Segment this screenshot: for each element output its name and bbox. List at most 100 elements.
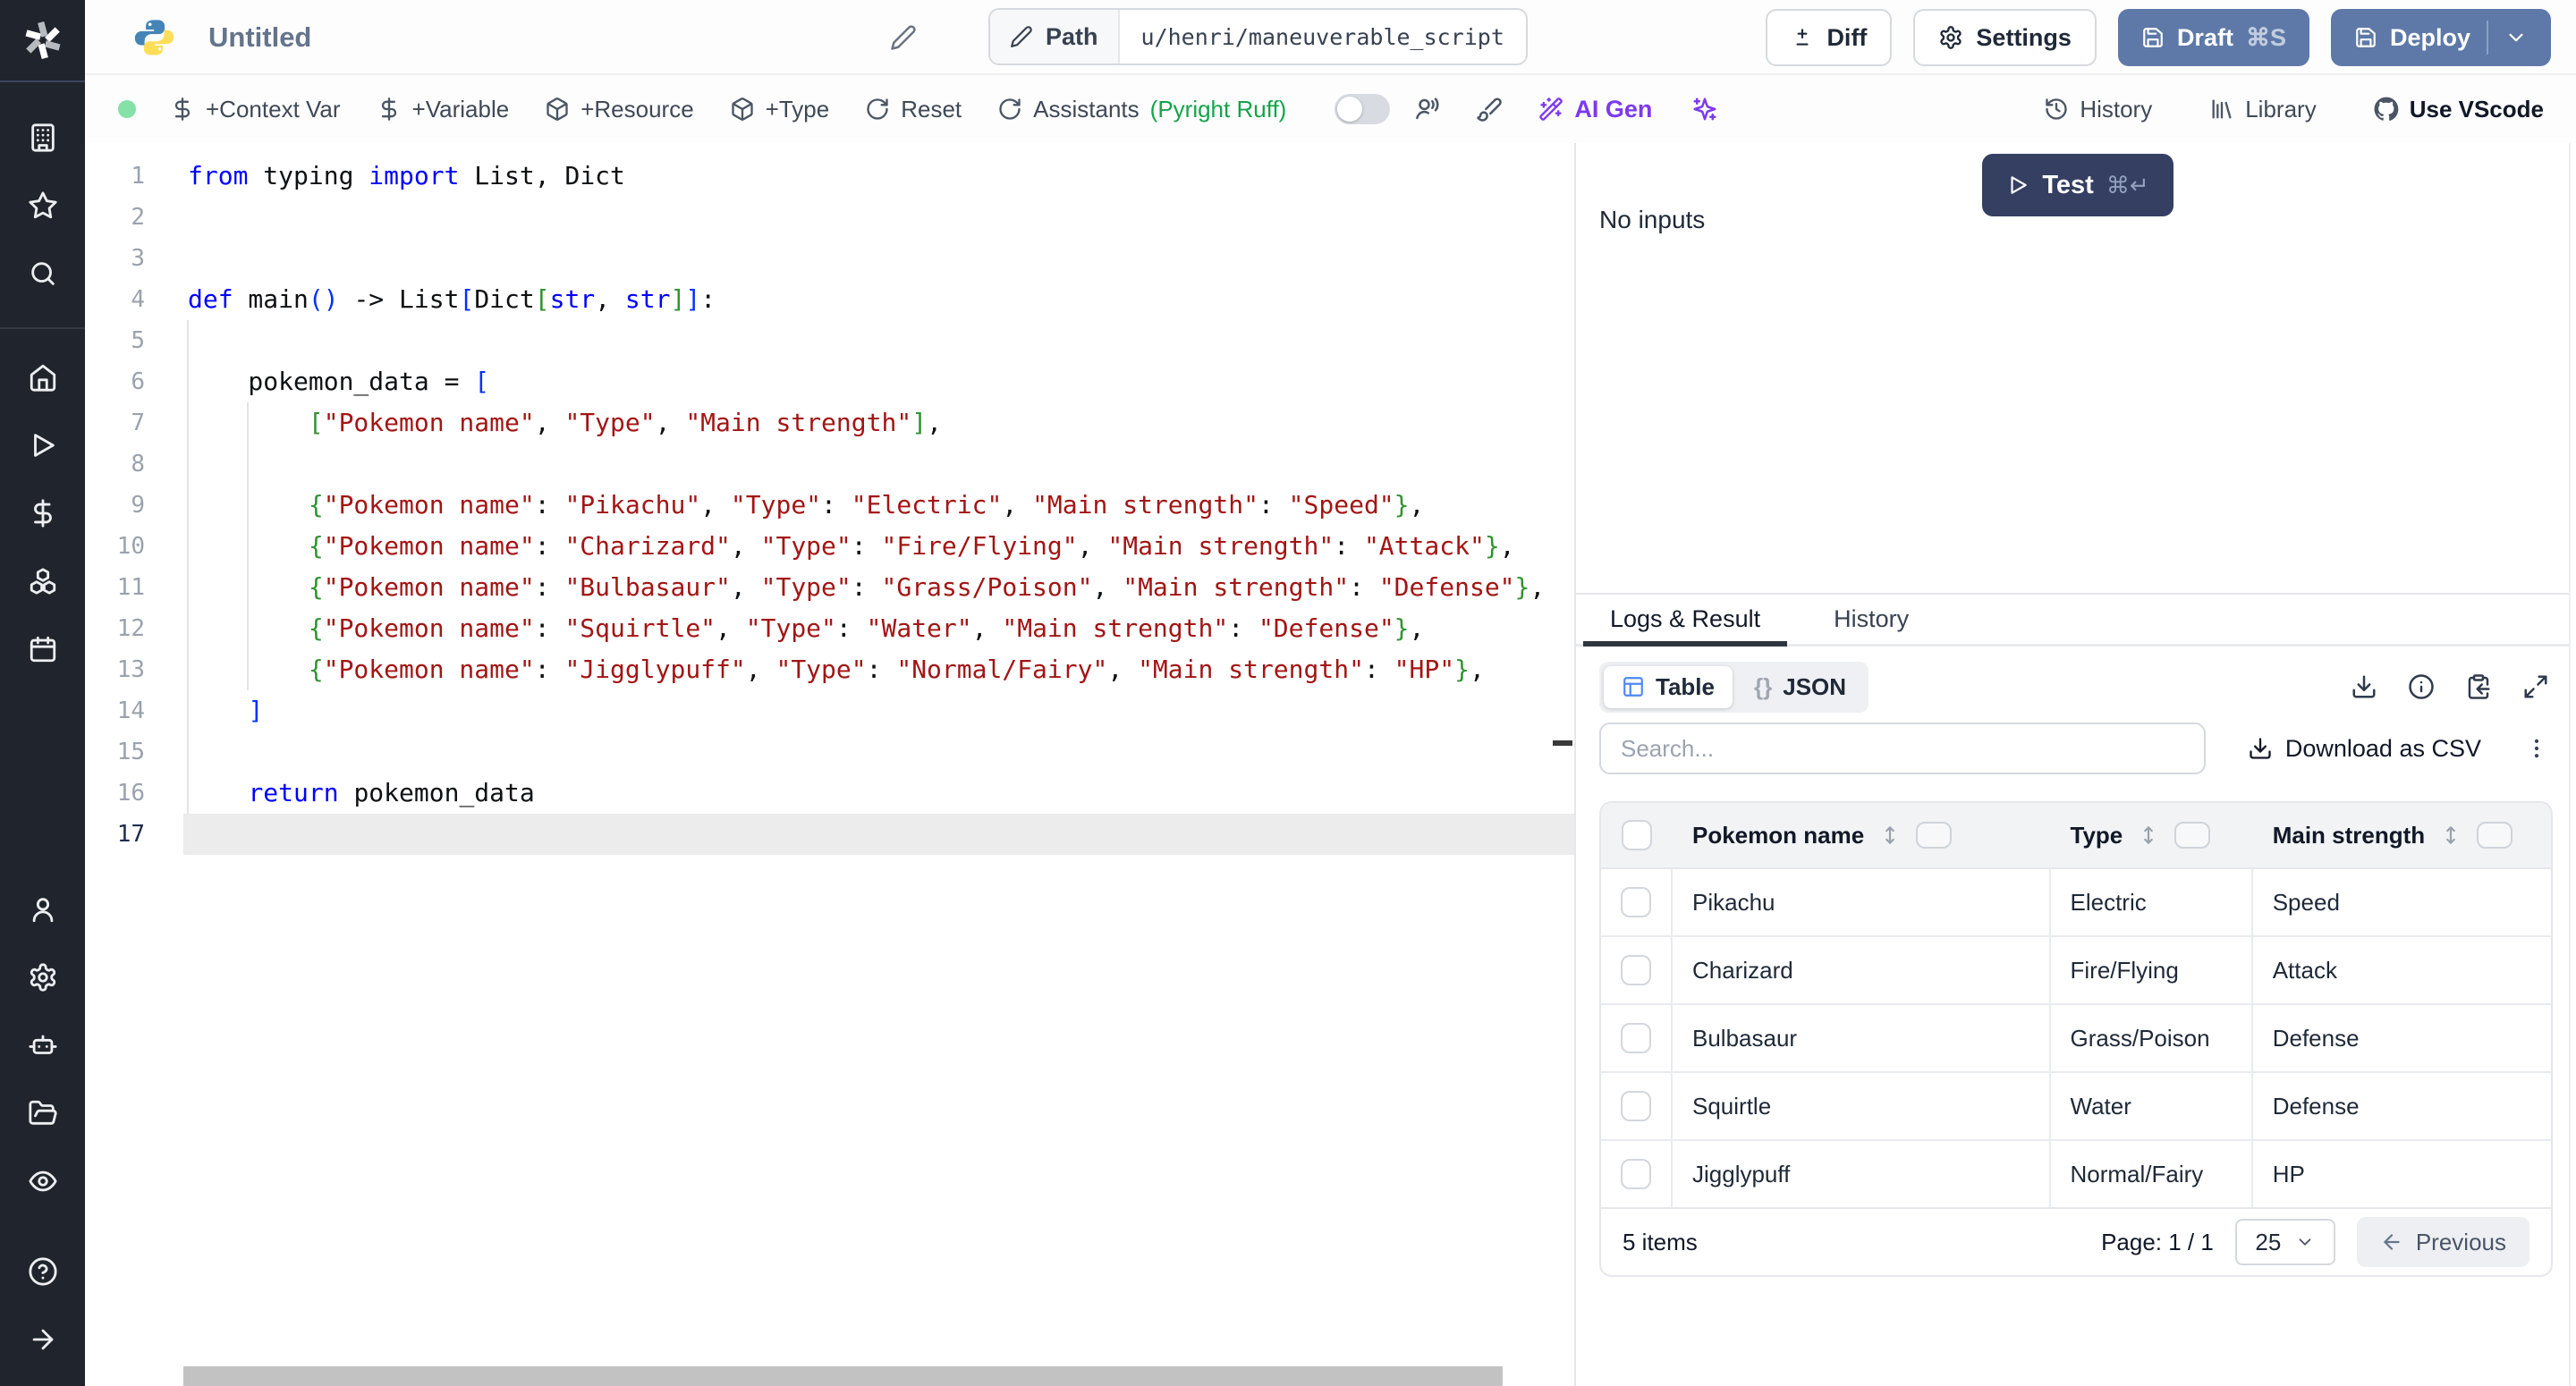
code-line-12[interactable]: 12 {"Pokemon name": "Squirtle", "Type": … bbox=[85, 608, 1574, 649]
sidebar-lower-group bbox=[0, 875, 85, 1215]
settings-button[interactable]: Settings bbox=[1913, 9, 2097, 66]
download-csv-button[interactable]: Download as CSV bbox=[2248, 735, 2481, 763]
windmill-logo[interactable] bbox=[0, 0, 85, 82]
code-line-10[interactable]: 10 {"Pokemon name": "Charizard", "Type":… bbox=[85, 526, 1574, 567]
sidebar-item-help[interactable] bbox=[0, 1238, 85, 1306]
sidebar-item-gear[interactable] bbox=[0, 943, 85, 1011]
row-checkbox[interactable] bbox=[1621, 955, 1651, 985]
toolbar-variable-button[interactable]: +Variable bbox=[377, 96, 510, 123]
toolbar-type-button[interactable]: +Type bbox=[730, 96, 830, 123]
code-line-2[interactable]: 2 bbox=[85, 197, 1574, 238]
code-line-3[interactable]: 3 bbox=[85, 238, 1574, 279]
column-label[interactable]: Pokemon name bbox=[1692, 822, 1864, 849]
sparkles-icon[interactable] bbox=[1691, 96, 1718, 123]
sidebar-item-user[interactable] bbox=[0, 875, 85, 943]
table-row-charizard[interactable]: CharizardFire/FlyingAttack bbox=[1601, 937, 2551, 1005]
folder-icon bbox=[28, 1098, 58, 1128]
table-row-squirtle[interactable]: SquirtleWaterDefense bbox=[1601, 1073, 2551, 1141]
code-line-9[interactable]: 9 {"Pokemon name": "Pikachu", "Type": "E… bbox=[85, 485, 1574, 526]
chevron-down-icon[interactable] bbox=[2504, 26, 2528, 49]
resource-label: +Resource bbox=[580, 96, 693, 123]
toolbar-context-var-button[interactable]: +Context Var bbox=[170, 96, 341, 123]
page-size-select[interactable]: 25 bbox=[2235, 1219, 2335, 1265]
select-all-checkbox[interactable] bbox=[1622, 820, 1652, 850]
sort-icon[interactable] bbox=[1878, 824, 1902, 847]
sidebar-item-building[interactable] bbox=[0, 104, 85, 172]
column-filter-pill[interactable] bbox=[2477, 822, 2512, 849]
sidebar-item-star[interactable] bbox=[0, 172, 85, 240]
search-input[interactable] bbox=[1599, 723, 2206, 774]
code-line-7[interactable]: 7 ["Pokemon name", "Type", "Main strengt… bbox=[85, 402, 1574, 444]
tab-history[interactable]: History bbox=[1834, 595, 1909, 644]
info-icon[interactable] bbox=[2408, 673, 2435, 700]
column-filter-pill[interactable] bbox=[2174, 822, 2210, 849]
code-line-15[interactable]: 15 bbox=[85, 731, 1574, 773]
toolbar-reset-button[interactable]: Reset bbox=[865, 96, 962, 123]
code-line-5[interactable]: 5 bbox=[85, 320, 1574, 361]
diff-button[interactable]: Diff bbox=[1766, 9, 1892, 66]
deploy-button[interactable]: Deploy bbox=[2331, 9, 2551, 66]
table-row-pikachu[interactable]: PikachuElectricSpeed bbox=[1601, 869, 2551, 937]
user-voice-icon[interactable] bbox=[1413, 96, 1440, 123]
sidebar-item-calendar[interactable] bbox=[0, 615, 85, 683]
code-line-1[interactable]: 1from typing import List, Dict bbox=[85, 156, 1574, 197]
sidebar-item-eye[interactable] bbox=[0, 1147, 85, 1215]
sidebar-item-bot[interactable] bbox=[0, 1011, 85, 1079]
sort-icon[interactable] bbox=[2137, 824, 2160, 847]
row-checkbox[interactable] bbox=[1621, 1023, 1651, 1053]
kebab-menu-icon[interactable] bbox=[2524, 736, 2549, 761]
row-checkbox[interactable] bbox=[1621, 887, 1651, 917]
view-json-button[interactable]: {} JSON bbox=[1736, 666, 1864, 708]
expand-icon[interactable] bbox=[2522, 673, 2549, 700]
view-table-button[interactable]: Table bbox=[1604, 666, 1733, 708]
sidebar-item-folder[interactable] bbox=[0, 1079, 85, 1147]
toolbar-use-vscode-button[interactable]: Use VScode bbox=[2374, 96, 2544, 123]
code-line-14[interactable]: 14 ] bbox=[85, 690, 1574, 731]
toolbar-history-button[interactable]: History bbox=[2044, 96, 2152, 123]
toolbar-resource-button[interactable]: +Resource bbox=[545, 96, 693, 123]
sidebar-item-arrow-right[interactable] bbox=[0, 1306, 85, 1373]
sidebar-item-play[interactable] bbox=[0, 411, 85, 479]
path-field[interactable]: Path u/henri/maneuverable_script bbox=[988, 8, 1528, 65]
code-line-13[interactable]: 13 {"Pokemon name": "Jigglypuff", "Type"… bbox=[85, 649, 1574, 690]
sidebar-item-search[interactable] bbox=[0, 240, 85, 308]
code-line-content: from typing import List, Dict bbox=[179, 156, 625, 197]
code-line-6[interactable]: 6 pokemon_data = [ bbox=[85, 361, 1574, 402]
assistant-toggle[interactable] bbox=[1335, 94, 1390, 124]
package-icon bbox=[545, 97, 570, 122]
column-label[interactable]: Main strength bbox=[2273, 822, 2425, 849]
code-line-8[interactable]: 8 bbox=[85, 444, 1574, 485]
row-checkbox[interactable] bbox=[1621, 1159, 1651, 1189]
tab-logs-result[interactable]: Logs & Result bbox=[1610, 595, 1760, 644]
sidebar-item-boxes[interactable] bbox=[0, 547, 85, 615]
path-value[interactable]: u/henri/maneuverable_script bbox=[1120, 10, 1526, 63]
edit-title-pencil-icon[interactable] bbox=[890, 24, 917, 51]
code-line-16[interactable]: 16 return pokemon_data bbox=[85, 773, 1574, 814]
line-number: 6 bbox=[85, 361, 179, 402]
table-row-jigglypuff[interactable]: JigglypuffNormal/FairyHP bbox=[1601, 1141, 2551, 1209]
code-line-11[interactable]: 11 {"Pokemon name": "Bulbasaur", "Type":… bbox=[85, 567, 1574, 608]
test-button[interactable]: Test ⌘↵ bbox=[1982, 154, 2174, 216]
clipboard-copy-icon[interactable] bbox=[2465, 673, 2492, 700]
table-icon bbox=[1622, 675, 1645, 698]
ai-gen-button[interactable]: AI Gen bbox=[1538, 96, 1652, 123]
sidebar-item-home[interactable] bbox=[0, 343, 85, 411]
code-editor[interactable]: 1from typing import List, Dict234def mai… bbox=[85, 143, 1574, 1386]
previous-page-button[interactable]: Previous bbox=[2357, 1217, 2529, 1267]
editor-horizontal-scrollbar[interactable] bbox=[183, 1366, 1503, 1386]
column-filter-pill[interactable] bbox=[1916, 822, 1952, 849]
view-toggle-group: Table {} JSON bbox=[1599, 662, 1868, 713]
sort-icon[interactable] bbox=[2439, 824, 2462, 847]
download-icon[interactable] bbox=[2351, 673, 2377, 700]
sidebar-item-dollar[interactable] bbox=[0, 479, 85, 547]
column-label[interactable]: Type bbox=[2071, 822, 2123, 849]
toolbar-assistants-button[interactable]: Assistants(Pyright Ruff) bbox=[997, 96, 1286, 123]
draft-button[interactable]: Draft ⌘S bbox=[2118, 9, 2309, 66]
table-row-bulbasaur[interactable]: BulbasaurGrass/PoisonDefense bbox=[1601, 1005, 2551, 1073]
toolbar-library-button[interactable]: Library bbox=[2209, 96, 2316, 123]
code-line-4[interactable]: 4def main() -> List[Dict[str, str]]: bbox=[85, 279, 1574, 320]
code-line-17[interactable]: 17 bbox=[85, 814, 1574, 855]
run-panel: Test ⌘↵ No inputs Logs & Result History … bbox=[1576, 143, 2569, 1386]
brush-icon[interactable] bbox=[1476, 96, 1503, 123]
row-checkbox[interactable] bbox=[1621, 1091, 1651, 1121]
